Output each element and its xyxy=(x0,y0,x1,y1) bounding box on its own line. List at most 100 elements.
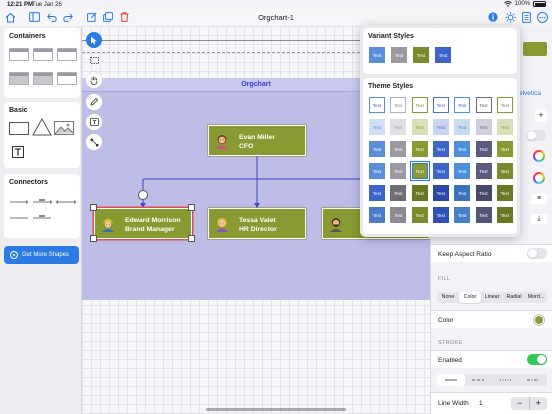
stroke-enabled-toggle[interactable] xyxy=(527,354,547,365)
theme-style-swatch[interactable]: Text xyxy=(369,207,385,223)
theme-style-swatch[interactable]: Text xyxy=(411,185,428,201)
dash-solid-option[interactable] xyxy=(437,374,465,386)
theme-style-swatch[interactable]: Text xyxy=(369,97,385,113)
document-info-icon[interactable] xyxy=(520,11,532,23)
theme-style-swatch[interactable]: Text xyxy=(390,119,407,135)
container-shape-5[interactable] xyxy=(33,72,53,85)
theme-style-swatch[interactable]: Text xyxy=(454,97,471,113)
info-icon[interactable] xyxy=(487,11,499,23)
fill-color-swatch[interactable] xyxy=(533,314,545,326)
theme-style-swatch[interactable]: Text xyxy=(475,119,492,135)
theme-style-swatch[interactable]: Text xyxy=(369,185,385,201)
theme-style-swatch[interactable]: Text xyxy=(496,97,513,113)
dash-dotted-option[interactable] xyxy=(492,374,520,386)
connector-shapes-row-1[interactable] xyxy=(9,198,77,206)
align-icon[interactable]: ≡ xyxy=(531,194,547,204)
rotation-handle[interactable] xyxy=(138,190,148,200)
theme-style-swatch[interactable]: Text xyxy=(454,141,471,157)
fill-color-row[interactable]: Color xyxy=(431,310,552,328)
new-document-icon[interactable] xyxy=(86,11,98,23)
rectangle-tool-button[interactable] xyxy=(86,52,102,68)
style-brightness-icon[interactable] xyxy=(504,11,516,23)
container-shape-2[interactable] xyxy=(33,48,53,61)
decrement-icon[interactable]: − xyxy=(511,397,529,410)
container-shape-6[interactable] xyxy=(57,72,77,85)
container-shape-4[interactable] xyxy=(9,72,29,85)
theme-style-swatch[interactable]: Text xyxy=(432,119,449,135)
theme-style-swatch[interactable]: Text xyxy=(475,207,492,223)
theme-style-swatch[interactable]: Text xyxy=(432,163,449,179)
theme-style-swatch[interactable]: Text xyxy=(411,97,428,113)
theme-style-swatch[interactable]: Text xyxy=(369,119,385,135)
theme-style-swatch[interactable]: Text xyxy=(390,141,407,157)
orgchart-node-brand-manager[interactable]: Edward Morrison Brand Manager xyxy=(94,208,192,239)
theme-style-swatch[interactable]: Text xyxy=(432,97,449,113)
container-shape-1[interactable] xyxy=(9,48,29,61)
selection-handle-br[interactable] xyxy=(188,235,195,242)
select-tool-button[interactable] xyxy=(86,32,102,48)
keep-aspect-toggle[interactable] xyxy=(527,248,547,259)
theme-style-swatch[interactable]: Text xyxy=(475,163,492,179)
theme-style-swatch[interactable]: Text xyxy=(475,185,492,201)
theme-style-swatch[interactable]: Text xyxy=(369,163,385,179)
redo-icon[interactable] xyxy=(62,11,74,23)
variant-style-swatch[interactable]: Text xyxy=(391,47,407,63)
sidebar-toggle-icon[interactable] xyxy=(28,11,40,23)
selection-handle-tl[interactable] xyxy=(90,204,97,211)
theme-style-swatch[interactable]: Text xyxy=(496,119,513,135)
theme-style-swatch[interactable]: Text xyxy=(496,163,513,179)
container-shape-3[interactable] xyxy=(57,48,77,61)
theme-style-swatch[interactable]: Text xyxy=(390,163,407,179)
variant-style-swatch[interactable]: Text xyxy=(413,47,429,63)
fill-mode-linear[interactable]: Linear xyxy=(481,292,503,303)
image-shape-icon[interactable] xyxy=(54,121,74,135)
orgchart-node-cfo[interactable]: Evan Miller CFO xyxy=(208,125,306,156)
get-more-shapes-button[interactable]: Get More Shapes xyxy=(4,246,79,264)
theme-style-swatch[interactable]: Text xyxy=(454,207,471,223)
theme-style-swatch[interactable]: Text xyxy=(496,185,513,201)
theme-style-swatch[interactable]: Text xyxy=(475,141,492,157)
theme-style-swatch[interactable]: Text xyxy=(411,119,428,135)
pan-tool-button[interactable] xyxy=(86,72,102,88)
line-width-value[interactable]: 1 xyxy=(479,400,483,407)
theme-style-swatch[interactable]: Text xyxy=(390,185,407,201)
more-options-icon[interactable] xyxy=(536,11,548,23)
text-tool-button[interactable] xyxy=(86,114,102,130)
arrange-down-icon[interactable]: ⤓ xyxy=(531,214,547,224)
theme-style-swatch[interactable]: Text xyxy=(411,141,428,157)
theme-style-swatch[interactable]: Text xyxy=(390,207,407,223)
theme-style-swatch[interactable]: Text xyxy=(454,185,471,201)
font-name-value[interactable]: elvetica xyxy=(519,90,541,97)
style-preview-swatch[interactable] xyxy=(523,42,547,56)
connector-shapes-row-2[interactable] xyxy=(9,214,77,222)
style-toggle[interactable] xyxy=(526,130,546,141)
theme-style-swatch[interactable]: Text xyxy=(496,141,513,157)
color-wheel-icon-2[interactable] xyxy=(533,172,545,184)
plus-icon[interactable]: + xyxy=(535,110,547,122)
variant-style-swatch[interactable]: Text xyxy=(435,47,451,63)
variant-style-swatch[interactable]: Text xyxy=(369,47,385,63)
rectangle-shape[interactable] xyxy=(9,122,29,135)
orgchart-node-hr-director[interactable]: Tessa Valet HR Director xyxy=(208,208,306,239)
theme-style-swatch[interactable]: Text xyxy=(454,163,471,179)
fill-mode-more[interactable]: Mord... xyxy=(525,292,547,303)
increment-icon[interactable]: + xyxy=(528,397,548,410)
color-wheel-icon[interactable] xyxy=(533,150,545,162)
theme-style-swatch[interactable]: Text xyxy=(390,97,407,113)
trash-icon[interactable] xyxy=(118,11,130,23)
theme-style-swatch[interactable]: Text xyxy=(411,207,428,223)
connector-tool-button[interactable] xyxy=(86,134,102,150)
selection-handle-bl[interactable] xyxy=(90,235,97,242)
fill-mode-color[interactable]: Color xyxy=(459,292,481,303)
fill-mode-radial[interactable]: Radial xyxy=(503,292,525,303)
theme-style-swatch[interactable]: Text xyxy=(432,185,449,201)
duplicate-icon[interactable] xyxy=(102,11,114,23)
fill-mode-none[interactable]: None xyxy=(437,292,459,303)
theme-style-swatch[interactable]: Text xyxy=(409,161,430,181)
dash-dashed-option[interactable] xyxy=(465,374,493,386)
selection-handle-tr[interactable] xyxy=(188,204,195,211)
theme-style-swatch[interactable]: Text xyxy=(369,141,385,157)
dash-dashdot-option[interactable] xyxy=(520,374,548,386)
theme-style-swatch[interactable]: Text xyxy=(496,207,513,223)
home-icon[interactable] xyxy=(4,11,16,23)
